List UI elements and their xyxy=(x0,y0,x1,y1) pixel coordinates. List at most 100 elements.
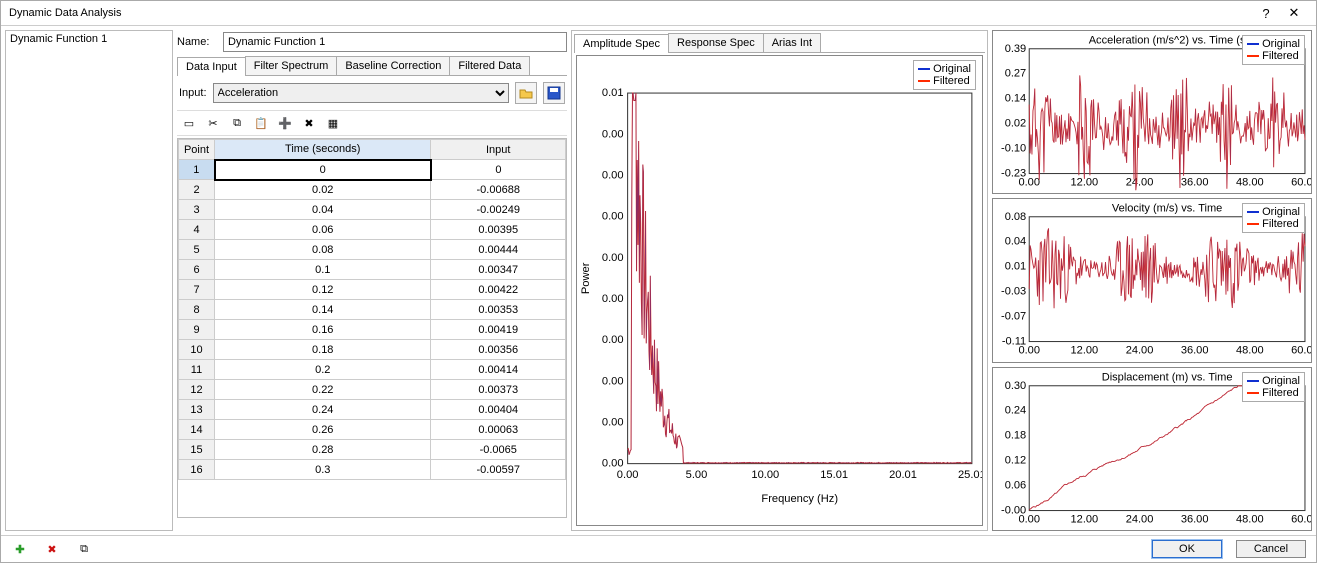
svg-text:24.00: 24.00 xyxy=(1126,177,1154,189)
table-row[interactable]: 80.140.00353 xyxy=(179,300,566,320)
acceleration-chart: Acceleration (m/s^2) vs. Time (s-0.23-0.… xyxy=(992,30,1312,194)
insert-row-icon[interactable]: ➕ xyxy=(276,114,294,132)
svg-text:36.00: 36.00 xyxy=(1181,345,1209,357)
svg-text:0.30: 0.30 xyxy=(1005,379,1027,391)
cut-icon[interactable]: ✂ xyxy=(204,114,222,132)
data-tabs: Data Input Filter Spectrum Baseline Corr… xyxy=(177,56,567,76)
name-input[interactable] xyxy=(223,32,567,52)
input-type-select[interactable]: Acceleration xyxy=(213,83,509,103)
paste-icon[interactable]: 📋 xyxy=(252,114,270,132)
table-row[interactable]: 60.10.00347 xyxy=(179,260,566,280)
svg-text:0.00: 0.00 xyxy=(1018,345,1040,357)
dialog-window: Dynamic Data Analysis ? ✕ Dynamic Functi… xyxy=(0,0,1317,563)
table-row[interactable]: 20.02-0.00688 xyxy=(179,180,566,200)
table-row[interactable]: 100.180.00356 xyxy=(179,340,566,360)
function-list[interactable]: Dynamic Function 1 xyxy=(5,30,173,531)
svg-text:10.00: 10.00 xyxy=(751,469,779,481)
chart-legend: Original Filtered xyxy=(913,60,976,90)
help-button[interactable]: ? xyxy=(1252,6,1280,21)
tab-response-spec[interactable]: Response Spec xyxy=(668,33,764,52)
svg-text:0.27: 0.27 xyxy=(1005,68,1027,80)
svg-text:Frequency (Hz): Frequency (Hz) xyxy=(761,493,838,505)
svg-text:Velocity (m/s) vs. Time: Velocity (m/s) vs. Time xyxy=(1112,203,1222,215)
grid-header[interactable]: Input xyxy=(431,140,566,160)
clear-icon[interactable]: ▦ xyxy=(324,114,342,132)
dialog-body: Dynamic Function 1 Name: Data Input Filt… xyxy=(1,26,1316,535)
svg-text:Displacement (m) vs. Time: Displacement (m) vs. Time xyxy=(1102,371,1233,383)
svg-text:12.00: 12.00 xyxy=(1071,345,1099,357)
delete-row-icon[interactable]: ✖ xyxy=(300,114,318,132)
dialog-footer: ✚ ✖ ⧉ OK Cancel xyxy=(1,535,1316,562)
table-row[interactable]: 130.240.00404 xyxy=(179,400,566,420)
svg-text:60.00: 60.00 xyxy=(1291,177,1311,189)
table-row[interactable]: 150.28-0.0065 xyxy=(179,440,566,460)
grid-toolbar: ▭ ✂ ⧉ 📋 ➕ ✖ ▦ xyxy=(177,110,567,136)
svg-text:0.06: 0.06 xyxy=(1005,479,1027,491)
svg-text:0.39: 0.39 xyxy=(1005,43,1027,55)
svg-text:Power: Power xyxy=(580,262,592,294)
table-row[interactable]: 30.04-0.00249 xyxy=(179,200,566,220)
name-label: Name: xyxy=(177,36,217,48)
svg-text:48.00: 48.00 xyxy=(1236,513,1264,525)
svg-text:25.01: 25.01 xyxy=(958,469,982,481)
svg-text:0.04: 0.04 xyxy=(1005,236,1027,248)
table-row[interactable]: 40.060.00395 xyxy=(179,220,566,240)
main-chart-panel: Amplitude Spec Response Spec Arias Int 0… xyxy=(571,30,988,531)
select-icon[interactable]: ▭ xyxy=(180,114,198,132)
table-row[interactable]: 70.120.00422 xyxy=(179,280,566,300)
tab-arias-int[interactable]: Arias Int xyxy=(763,33,821,52)
svg-text:0.01: 0.01 xyxy=(602,87,624,99)
folder-open-icon xyxy=(519,87,533,99)
svg-text:0.00: 0.00 xyxy=(602,169,624,181)
chart-legend: Original Filtered xyxy=(1242,372,1305,402)
tab-amplitude-spec[interactable]: Amplitude Spec xyxy=(574,34,669,53)
table-row[interactable]: 140.260.00063 xyxy=(179,420,566,440)
svg-text:0.02: 0.02 xyxy=(1005,118,1027,130)
tab-baseline-correction[interactable]: Baseline Correction xyxy=(336,56,450,75)
svg-text:-0.07: -0.07 xyxy=(1001,311,1026,323)
table-row[interactable]: 110.20.00414 xyxy=(179,360,566,380)
tab-data-input[interactable]: Data Input xyxy=(177,57,246,76)
table-row[interactable]: 160.3-0.00597 xyxy=(179,460,566,480)
add-function-button[interactable]: ✚ xyxy=(11,540,29,558)
tab-filter-spectrum[interactable]: Filter Spectrum xyxy=(245,56,338,75)
svg-text:0.00: 0.00 xyxy=(602,252,624,264)
svg-text:0.18: 0.18 xyxy=(1005,429,1027,441)
svg-text:36.00: 36.00 xyxy=(1181,177,1209,189)
name-row: Name: xyxy=(177,30,567,54)
svg-text:48.00: 48.00 xyxy=(1236,177,1264,189)
svg-text:20.01: 20.01 xyxy=(889,469,917,481)
svg-text:24.00: 24.00 xyxy=(1126,345,1154,357)
copy-icon[interactable]: ⧉ xyxy=(228,114,246,132)
amplitude-chart: 0.000.000.000.000.000.000.000.000.000.01… xyxy=(576,55,983,526)
data-grid[interactable]: PointTime (seconds)Input10020.02-0.00688… xyxy=(177,138,567,518)
window-title: Dynamic Data Analysis xyxy=(9,7,1252,19)
copy-function-button[interactable]: ⧉ xyxy=(75,540,93,558)
svg-text:0.00: 0.00 xyxy=(602,211,624,223)
table-row[interactable]: 120.220.00373 xyxy=(179,380,566,400)
chart-tabs: Amplitude Spec Response Spec Arias Int xyxy=(574,33,985,53)
svg-text:5.00: 5.00 xyxy=(686,469,708,481)
table-row[interactable]: 90.160.00419 xyxy=(179,320,566,340)
open-file-button[interactable] xyxy=(515,82,537,104)
grid-header[interactable]: Time (seconds) xyxy=(215,140,431,160)
save-file-button[interactable] xyxy=(543,82,565,104)
input-selector-row: Input: Acceleration xyxy=(177,78,567,108)
table-row[interactable]: 100 xyxy=(179,160,566,180)
svg-text:0.00: 0.00 xyxy=(617,469,639,481)
delete-function-button[interactable]: ✖ xyxy=(43,540,61,558)
svg-text:0.08: 0.08 xyxy=(1005,211,1027,223)
cancel-button[interactable]: Cancel xyxy=(1236,540,1306,558)
chart-legend: Original Filtered xyxy=(1242,203,1305,233)
svg-text:0.12: 0.12 xyxy=(1005,454,1027,466)
close-button[interactable]: ✕ xyxy=(1280,5,1308,21)
svg-text:60.00: 60.00 xyxy=(1291,513,1311,525)
grid-header[interactable]: Point xyxy=(179,140,215,160)
input-label: Input: xyxy=(179,87,207,99)
table-row[interactable]: 50.080.00444 xyxy=(179,240,566,260)
tab-filtered-data[interactable]: Filtered Data xyxy=(449,56,530,75)
ok-button[interactable]: OK xyxy=(1152,540,1222,558)
function-list-item[interactable]: Dynamic Function 1 xyxy=(10,33,168,45)
svg-text:0.14: 0.14 xyxy=(1005,93,1027,105)
side-charts: Acceleration (m/s^2) vs. Time (s-0.23-0.… xyxy=(992,30,1312,531)
